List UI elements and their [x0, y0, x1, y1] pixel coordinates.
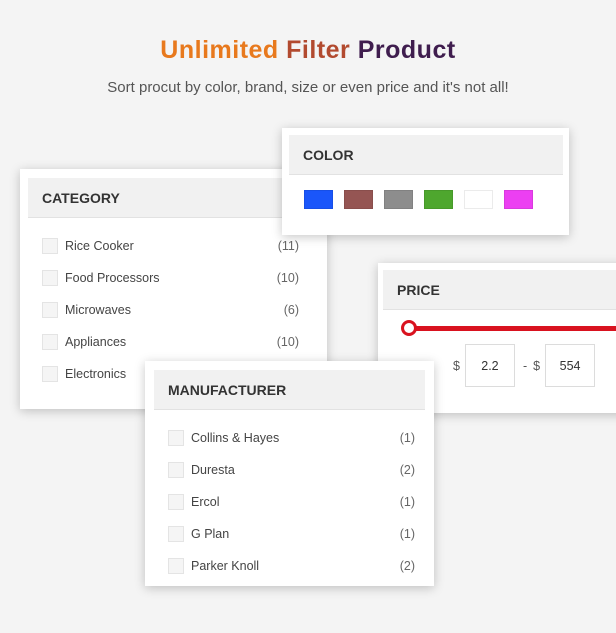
category-checkbox[interactable] [42, 302, 58, 318]
category-label: Rice Cooker [65, 239, 134, 253]
manufacturer-panel: MANUFACTURER Collins & Hayes (1) Duresta… [145, 361, 434, 586]
manufacturer-checkbox[interactable] [168, 430, 184, 446]
category-item[interactable]: Rice Cooker (11) [42, 230, 319, 262]
price-panel-title: PRICE [383, 270, 616, 310]
category-item[interactable]: Food Processors (10) [42, 262, 319, 294]
hero-subtitle: Sort procut by color, brand, size or eve… [107, 79, 509, 96]
price-max-input[interactable]: 554 [545, 344, 596, 387]
category-label: Appliances [65, 335, 127, 349]
price-min-input[interactable]: 2.2 [464, 344, 515, 387]
color-swatch-gray[interactable] [384, 190, 413, 209]
color-swatch-brown[interactable] [344, 190, 373, 209]
manufacturer-list: Collins & Hayes (1) Duresta (2) Ercol (1… [154, 410, 425, 582]
color-panel-title: COLOR [289, 135, 563, 175]
category-count: (10) [276, 271, 299, 285]
category-checkbox[interactable] [42, 366, 58, 382]
category-label: Microwaves [65, 303, 131, 317]
category-checkbox[interactable] [42, 270, 58, 286]
manufacturer-checkbox[interactable] [168, 526, 184, 542]
category-count: (11) [277, 239, 299, 253]
category-checkbox[interactable] [42, 334, 58, 350]
category-checkbox[interactable] [42, 238, 58, 254]
manufacturer-checkbox[interactable] [168, 494, 184, 510]
manufacturer-label: Collins & Hayes [191, 431, 280, 445]
manufacturer-item[interactable]: Collins & Hayes (1) [168, 422, 425, 454]
color-swatch-blue[interactable] [304, 190, 333, 209]
manufacturer-checkbox[interactable] [168, 462, 184, 478]
price-currency-min: $ [453, 358, 460, 373]
category-item[interactable]: Microwaves (6) [42, 294, 319, 326]
stage: Unlimited Filter Product Sort procut by … [0, 0, 616, 633]
color-swatch-green[interactable] [424, 190, 453, 209]
category-item[interactable]: Appliances (10) [42, 326, 319, 358]
manufacturer-count: (1) [399, 431, 415, 445]
color-swatch-white[interactable] [464, 190, 493, 209]
manufacturer-panel-title: MANUFACTURER [154, 370, 425, 410]
category-count: (10) [276, 335, 299, 349]
manufacturer-label: G Plan [191, 527, 230, 541]
hero-title-word-3: Product [357, 36, 456, 64]
category-label: Electronics [65, 367, 127, 381]
price-currency-max: $ [533, 358, 541, 373]
manufacturer-count: (2) [399, 463, 415, 477]
category-panel-title: CATEGORY [28, 178, 319, 218]
manufacturer-item[interactable]: Duresta (2) [168, 454, 425, 486]
manufacturer-checkbox[interactable] [168, 558, 184, 574]
price-slider-min-handle[interactable] [401, 320, 417, 336]
manufacturer-label: Parker Knoll [191, 559, 260, 573]
hero-title-word-1: Unlimited [160, 36, 279, 64]
category-count: (6) [283, 303, 299, 317]
hero-title-word-2: Filter [286, 36, 351, 64]
manufacturer-label: Duresta [191, 463, 235, 477]
manufacturer-item[interactable]: G Plan (1) [168, 518, 425, 550]
price-separator: - [522, 358, 528, 373]
manufacturer-count: (2) [399, 559, 415, 573]
price-slider-track[interactable] [403, 326, 616, 331]
color-swatch-magenta[interactable] [504, 190, 533, 209]
manufacturer-item[interactable]: Ercol (1) [168, 486, 425, 518]
hero-title: Unlimited Filter Product [0, 36, 616, 65]
category-label: Food Processors [65, 271, 160, 285]
manufacturer-count: (1) [399, 495, 415, 509]
color-panel: COLOR [282, 128, 569, 235]
manufacturer-item[interactable]: Parker Knoll (2) [168, 550, 425, 582]
manufacturer-count: (1) [399, 527, 415, 541]
manufacturer-label: Ercol [191, 495, 220, 509]
price-slider[interactable] [383, 310, 616, 344]
color-swatches [289, 175, 563, 209]
